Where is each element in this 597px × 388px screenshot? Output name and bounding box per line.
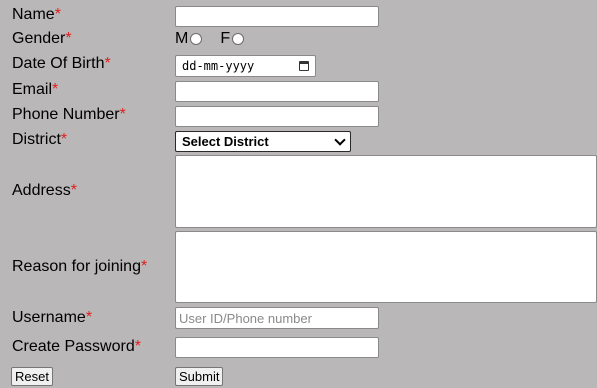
email-input[interactable]: [175, 81, 379, 102]
submit-button[interactable]: Submit: [175, 367, 224, 386]
district-select[interactable]: Select District: [175, 131, 351, 152]
username-input[interactable]: [175, 307, 379, 329]
phone-label: Phone Number*: [12, 106, 126, 123]
name-input[interactable]: [175, 6, 379, 27]
gender-female-radio[interactable]: [232, 33, 245, 45]
reset-button[interactable]: Reset: [11, 367, 53, 386]
reason-label: Reason for joining*: [12, 258, 148, 275]
address-label: Address*: [12, 182, 77, 199]
chevron-down-icon: [334, 133, 346, 146]
name-label: Name*: [12, 6, 61, 23]
gender-radio-group: M F: [175, 30, 245, 48]
gender-option-female[interactable]: F: [220, 30, 245, 48]
phone-input[interactable]: [175, 106, 379, 127]
dob-input[interactable]: dd-mm-yyyy: [175, 55, 316, 77]
calendar-icon[interactable]: [299, 61, 309, 71]
gender-option-male[interactable]: M: [175, 30, 203, 48]
gender-male-radio[interactable]: [190, 33, 203, 45]
district-label: District*: [12, 131, 68, 148]
gender-label: Gender*: [12, 30, 72, 47]
dob-label: Date Of Birth*: [12, 55, 111, 72]
email-label: Email*: [12, 81, 59, 98]
password-input[interactable]: [175, 337, 379, 358]
address-textarea[interactable]: [175, 155, 597, 228]
password-label: Create Password*: [12, 338, 141, 355]
reason-textarea[interactable]: [175, 231, 597, 303]
username-label: Username*: [12, 309, 93, 326]
